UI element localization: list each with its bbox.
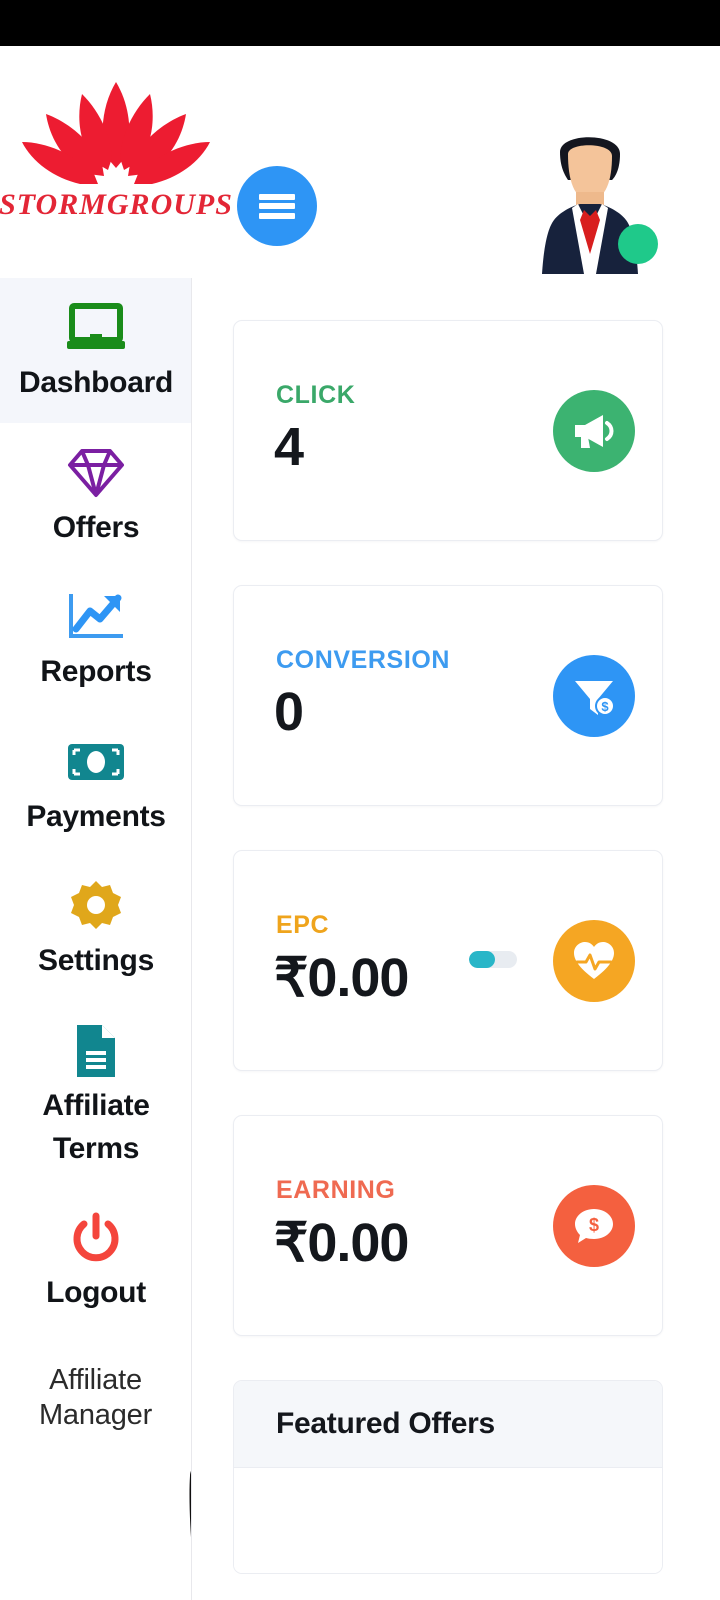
sidebar-nav: Dashboard Offers Reports Payments Settin… [0,278,192,1600]
online-status-dot [618,224,658,264]
sidebar-item-reports[interactable]: Reports [0,567,191,712]
chart-line-up-icon [66,589,126,645]
sidebar-item-affiliate-terms[interactable]: Affiliate Terms [0,1001,191,1188]
stat-badge: $ [553,1185,635,1267]
megaphone-icon [575,415,614,448]
stat-label: EARNING [276,1176,396,1204]
stat-badge: $ [553,655,635,737]
sidebar-item-label: Logout [46,1276,146,1310]
stat-badge [553,390,635,472]
power-icon [70,1210,122,1266]
stat-card-click[interactable]: CLICK 4 [233,320,663,541]
sidebar-item-dashboard[interactable]: Dashboard [0,278,191,423]
stat-badge [553,920,635,1002]
main-content: CLICK 4 CONVERSION 0 $ EPC ₹0.00 EARNING… [192,278,720,1600]
affiliate-manager-photo [189,1471,191,1537]
stat-value: ₹0.00 [274,948,409,1008]
stat-value: 4 [274,417,304,477]
sidebar-item-label: Reports [40,655,152,689]
sidebar-item-label: Settings [38,944,154,978]
svg-text:$: $ [601,699,609,714]
app-header: STORMGROUPS [0,46,720,278]
brand-name: STORMGROUPS [0,188,233,221]
avatar[interactable] [520,124,660,274]
sidebar-item-label: Dashboard [19,366,173,399]
sidebar-item-settings[interactable]: Settings [0,856,191,1001]
funnel-dollar-icon: $ [575,681,615,716]
status-bar [0,0,720,46]
affiliate-manager-label: Affiliate Manager [38,1363,153,1432]
sidebar-item-label: Payments [26,799,166,833]
laptop-icon [65,300,127,356]
document-icon [73,1023,119,1079]
panel-title: Featured Offers [276,1407,495,1440]
stat-value: ₹0.00 [274,1213,409,1273]
gear-icon [69,878,123,934]
app-screen: STORMGROUPS Dashboard Offers Reports Pay… [0,0,720,1600]
stat-label: CLICK [276,381,356,409]
sidebar-item-payments[interactable]: Payments [0,712,191,857]
brand-logo[interactable]: STORMGROUPS [0,76,232,236]
stat-label: CONVERSION [276,646,451,674]
stat-value: 0 [274,682,304,742]
banknote-icon [66,734,126,790]
stat-label: EPC [276,911,330,939]
epc-progress-bar [469,951,517,968]
sidebar-item-logout[interactable]: Logout [0,1188,191,1333]
sidebar-item-label: Affiliate Terms [42,1088,150,1165]
chat-dollar-icon: $ [575,1209,613,1243]
lotus-flower-logo [22,82,210,184]
stat-card-conversion[interactable]: CONVERSION 0 $ [233,585,663,806]
hamburger-menu-button[interactable] [237,166,317,246]
svg-text:$: $ [589,1215,599,1235]
featured-offers-header: Featured Offers [234,1381,662,1468]
featured-offers-panel: Featured Offers [233,1380,663,1574]
heartbeat-icon [574,942,614,979]
featured-offers-body [234,1468,662,1573]
diamond-icon [66,445,126,501]
stat-card-earning[interactable]: EARNING ₹0.00 $ [233,1115,663,1336]
sidebar-item-offers[interactable]: Offers [0,423,191,568]
hamburger-menu-icon [259,190,295,222]
stat-card-epc[interactable]: EPC ₹0.00 [233,850,663,1071]
sidebar-item-label: Offers [52,510,140,544]
